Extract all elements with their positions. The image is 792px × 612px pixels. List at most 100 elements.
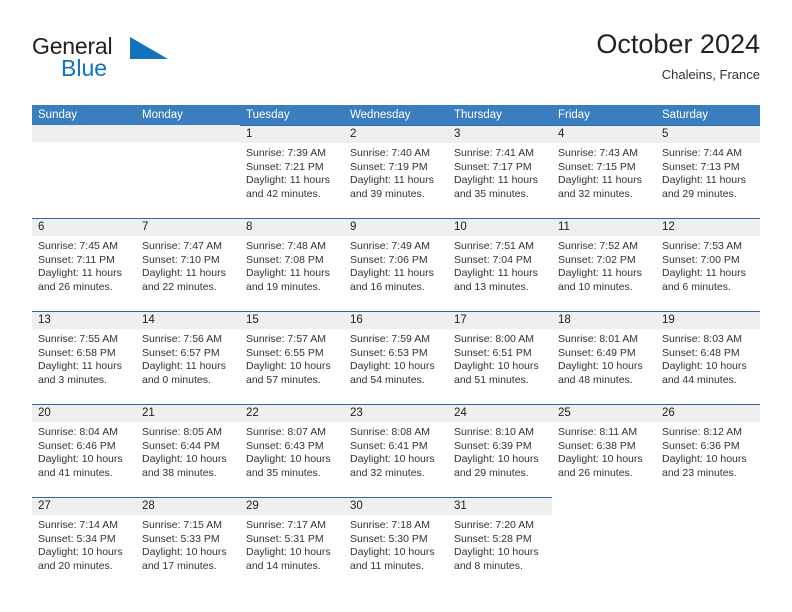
day-details: Sunrise: 7:43 AM Sunset: 7:15 PM Daylight:… [552,143,656,201]
daylight-text-line1: Daylight: 10 hours [246,360,331,372]
day-details: Sunrise: 7:52 AM Sunset: 7:02 PM Daylight:… [552,236,656,294]
calendar-day-cell[interactable]: 16 Sunrise: 7:59 AM Sunset: 6:53 PM Dayligh… [344,311,448,404]
sunrise-text: Sunrise: 8:03 AM [662,333,742,345]
sunrise-text: Sunrise: 8:04 AM [38,426,118,438]
day-number: 25 [552,405,656,422]
daylight-text-line1: Daylight: 11 hours [350,174,434,186]
sunset-text: Sunset: 6:43 PM [246,439,324,452]
calendar-day-cell[interactable]: 12 Sunrise: 7:53 AM Sunset: 7:00 PM Dayligh… [656,218,760,311]
day-details: Sunrise: 8:05 AM Sunset: 6:44 PM Daylight:… [136,422,240,480]
sunset-text: Sunset: 6:49 PM [558,346,636,359]
calendar-day-cell[interactable]: 21 Sunrise: 8:05 AM Sunset: 6:44 PM Dayligh… [136,404,240,497]
day-details: Sunrise: 8:04 AM Sunset: 6:46 PM Daylight:… [32,422,136,480]
calendar-day-cell[interactable]: 7 Sunrise: 7:47 AM Sunset: 7:10 PM Daylight… [136,218,240,311]
sunrise-text: Sunrise: 7:55 AM [38,333,118,345]
calendar-day-cell[interactable]: 11 Sunrise: 7:52 AM Sunset: 7:02 PM Dayligh… [552,218,656,311]
calendar-day-cell[interactable]: 5 Sunrise: 7:44 AM Sunset: 7:13 PM Daylight… [656,125,760,218]
day-details: Sunrise: 7:20 AM Sunset: 5:28 PM Daylight:… [448,515,552,573]
calendar-day-cell[interactable]: 29 Sunrise: 7:17 AM Sunset: 5:31 PM Dayligh… [240,497,344,587]
sunset-text: Sunset: 6:53 PM [350,346,428,359]
day-number: 5 [656,126,760,143]
page-header: General Blue October 2024 Chaleins, Fran… [32,28,760,96]
sunset-text: Sunset: 6:44 PM [142,439,220,452]
calendar-day-cell[interactable]: 9 Sunrise: 7:49 AM Sunset: 7:06 PM Daylight… [344,218,448,311]
daylight-text-line2: and 44 minutes. [662,373,737,386]
calendar-day-cell[interactable]: 25 Sunrise: 8:11 AM Sunset: 6:38 PM Dayligh… [552,404,656,497]
sunset-text: Sunset: 7:21 PM [246,160,324,173]
daylight-text-line1: Daylight: 11 hours [454,174,538,186]
calendar-day-cell[interactable]: 28 Sunrise: 7:15 AM Sunset: 5:33 PM Dayligh… [136,497,240,587]
calendar-day-cell[interactable]: 4 Sunrise: 7:43 AM Sunset: 7:15 PM Daylight… [552,125,656,218]
daylight-text-line1: Daylight: 10 hours [558,360,643,372]
sunrise-text: Sunrise: 7:14 AM [38,519,118,531]
day-details: Sunrise: 7:56 AM Sunset: 6:57 PM Daylight:… [136,329,240,387]
sunrise-text: Sunrise: 7:57 AM [246,333,326,345]
calendar-day-cell[interactable]: 20 Sunrise: 8:04 AM Sunset: 6:46 PM Dayligh… [32,404,136,497]
calendar-day-cell[interactable]: 27 Sunrise: 7:14 AM Sunset: 5:34 PM Dayligh… [32,497,136,587]
sunset-text: Sunset: 6:39 PM [454,439,532,452]
calendar-day-cell[interactable]: 6 Sunrise: 7:45 AM Sunset: 7:11 PM Daylight… [32,218,136,311]
general-blue-logo[interactable]: General Blue [32,34,232,92]
daylight-text-line2: and 20 minutes. [38,559,113,572]
day-number: 10 [448,219,552,236]
calendar-day-cell[interactable]: 17 Sunrise: 8:00 AM Sunset: 6:51 PM Dayligh… [448,311,552,404]
day-number: 24 [448,405,552,422]
daylight-text-line1: Daylight: 10 hours [662,453,747,465]
sunrise-text: Sunrise: 8:11 AM [558,426,638,438]
day-details: Sunrise: 7:49 AM Sunset: 7:06 PM Daylight:… [344,236,448,294]
sunrise-text: Sunrise: 7:40 AM [350,147,430,159]
daylight-text-line1: Daylight: 11 hours [246,267,330,279]
sunrise-text: Sunrise: 7:20 AM [454,519,534,531]
daylight-text-line2: and 38 minutes. [142,466,217,479]
calendar-day-cell[interactable]: 2 Sunrise: 7:40 AM Sunset: 7:19 PM Daylight… [344,125,448,218]
day-number: 17 [448,312,552,329]
calendar-day-cell[interactable]: 30 Sunrise: 7:18 AM Sunset: 5:30 PM Dayligh… [344,497,448,587]
day-details: Sunrise: 7:17 AM Sunset: 5:31 PM Daylight:… [240,515,344,573]
day-number: 22 [240,405,344,422]
calendar-day-cell[interactable]: 18 Sunrise: 8:01 AM Sunset: 6:49 PM Dayligh… [552,311,656,404]
calendar-day-cell[interactable]: 8 Sunrise: 7:48 AM Sunset: 7:08 PM Daylight… [240,218,344,311]
sunset-text: Sunset: 6:48 PM [662,346,740,359]
sunset-text: Sunset: 7:06 PM [350,253,428,266]
calendar-day-cell[interactable]: 10 Sunrise: 7:51 AM Sunset: 7:04 PM Dayligh… [448,218,552,311]
calendar-day-cell[interactable]: 19 Sunrise: 8:03 AM Sunset: 6:48 PM Dayligh… [656,311,760,404]
day-number: 7 [136,219,240,236]
daylight-text-line1: Daylight: 11 hours [38,267,122,279]
calendar-grid: Sunday Monday Tuesday Wednesday Thursday… [32,105,760,587]
daylight-text-line2: and 23 minutes. [662,466,737,479]
daylight-text-line2: and 57 minutes. [246,373,321,386]
daylight-text-line2: and 42 minutes. [246,187,321,200]
calendar-day-cell[interactable]: 24 Sunrise: 8:10 AM Sunset: 6:39 PM Dayligh… [448,404,552,497]
daylight-text-line2: and 17 minutes. [142,559,217,572]
calendar-day-cell[interactable]: 26 Sunrise: 8:12 AM Sunset: 6:36 PM Dayligh… [656,404,760,497]
sunset-text: Sunset: 5:31 PM [246,532,324,545]
sunrise-text: Sunrise: 8:00 AM [454,333,534,345]
calendar-day-cell[interactable]: 31 Sunrise: 7:20 AM Sunset: 5:28 PM Dayligh… [448,497,552,587]
daylight-text-line2: and 3 minutes. [38,373,107,386]
sunrise-text: Sunrise: 7:47 AM [142,240,222,252]
calendar-empty-cell [552,497,656,587]
calendar-day-cell[interactable]: 13 Sunrise: 7:55 AM Sunset: 6:58 PM Dayligh… [32,311,136,404]
sunset-text: Sunset: 6:58 PM [38,346,116,359]
sunset-text: Sunset: 7:11 PM [38,253,115,266]
calendar-day-cell[interactable]: 1 Sunrise: 7:39 AM Sunset: 7:21 PM Daylight… [240,125,344,218]
sunrise-text: Sunrise: 8:07 AM [246,426,326,438]
calendar-empty-cell [656,497,760,587]
calendar-day-cell[interactable]: 23 Sunrise: 8:08 AM Sunset: 6:41 PM Dayligh… [344,404,448,497]
weekday-header-friday: Friday [558,109,590,121]
calendar-empty-cell [32,125,136,218]
calendar-day-cell[interactable]: 15 Sunrise: 7:57 AM Sunset: 6:55 PM Dayligh… [240,311,344,404]
day-details: Sunrise: 7:15 AM Sunset: 5:33 PM Daylight:… [136,515,240,573]
calendar-day-cell[interactable]: 3 Sunrise: 7:41 AM Sunset: 7:17 PM Daylight… [448,125,552,218]
sunrise-text: Sunrise: 7:56 AM [142,333,222,345]
sunset-text: Sunset: 6:51 PM [454,346,532,359]
day-details: Sunrise: 7:47 AM Sunset: 7:10 PM Daylight:… [136,236,240,294]
sunrise-text: Sunrise: 7:59 AM [350,333,430,345]
sunset-text: Sunset: 6:46 PM [38,439,116,452]
daylight-text-line1: Daylight: 11 hours [454,267,538,279]
day-number: 31 [448,498,552,515]
calendar-day-cell[interactable]: 22 Sunrise: 8:07 AM Sunset: 6:43 PM Dayligh… [240,404,344,497]
day-number: 15 [240,312,344,329]
calendar-day-cell[interactable]: 14 Sunrise: 7:56 AM Sunset: 6:57 PM Dayligh… [136,311,240,404]
daylight-text-line2: and 32 minutes. [350,466,425,479]
